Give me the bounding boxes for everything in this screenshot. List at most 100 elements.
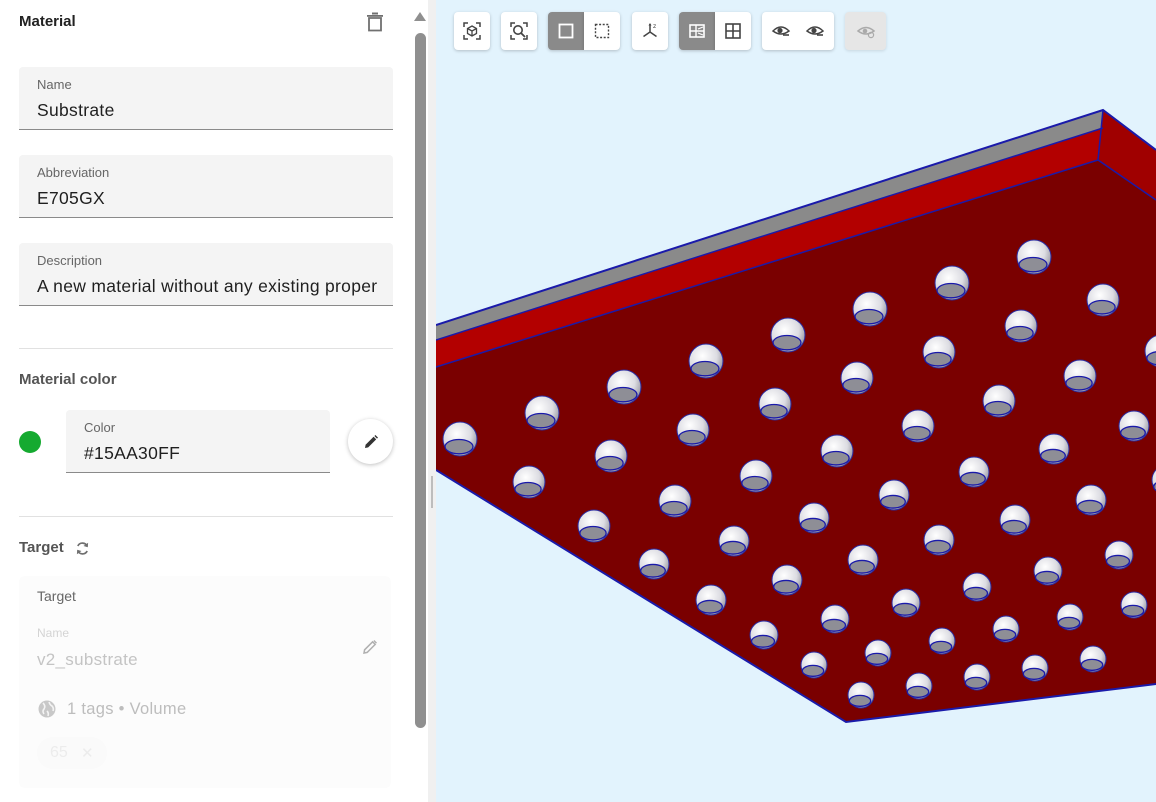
solder-ball <box>1016 239 1052 275</box>
svg-text:z: z <box>653 23 656 30</box>
solder-ball <box>658 484 692 518</box>
solder-ball <box>928 627 956 655</box>
eye-hide-icon[interactable] <box>771 21 791 41</box>
color-swatch <box>19 431 41 453</box>
select-solid-button[interactable] <box>548 12 584 50</box>
visibility-button-group[interactable] <box>762 12 834 50</box>
color-field-value[interactable]: #15AA30FF <box>84 443 180 464</box>
trash-icon[interactable] <box>366 12 384 32</box>
solder-ball <box>1079 645 1107 673</box>
fit-all-button[interactable] <box>454 12 490 50</box>
solder-ball <box>512 465 546 499</box>
material-section-title: Material <box>19 13 76 30</box>
solder-ball <box>1118 410 1150 442</box>
material-color-section-title: Material color <box>19 371 117 388</box>
scrollbar-thumb[interactable] <box>415 33 426 728</box>
solder-ball <box>891 588 921 618</box>
solder-ball <box>606 369 642 405</box>
name-field-value[interactable]: Substrate <box>37 100 377 121</box>
solder-ball <box>770 317 806 353</box>
solder-ball <box>901 409 935 443</box>
solder-ball <box>963 663 991 691</box>
material-panel: Material Name Substrate Abbreviation E70… <box>0 0 412 802</box>
name-field[interactable]: Name Substrate <box>19 67 393 130</box>
solder-ball <box>905 672 933 700</box>
color-field[interactable]: Color #15AA30FF <box>66 410 330 473</box>
name-field-label: Name <box>37 77 72 92</box>
solder-ball <box>1004 309 1038 343</box>
solder-ball <box>934 265 970 301</box>
solder-ball <box>958 456 990 488</box>
target-name-value: v2_substrate <box>37 650 138 669</box>
select-box-icon <box>558 23 574 39</box>
solder-ball <box>1086 283 1120 317</box>
description-field-value[interactable]: A new material without any existing prop… <box>37 276 377 297</box>
solder-ball <box>638 548 670 580</box>
solder-ball <box>962 572 992 602</box>
globe-icon <box>38 700 56 718</box>
tag-chip[interactable]: 65 ✕ <box>37 737 107 769</box>
3d-scene[interactable] <box>436 0 1156 802</box>
refresh-icon[interactable] <box>74 540 91 557</box>
solder-ball <box>758 387 792 421</box>
solder-ball <box>820 604 850 634</box>
target-card-label: Target <box>37 588 76 604</box>
tag-chip-value: 65 <box>50 744 68 761</box>
select-dashed-icon <box>594 23 610 39</box>
solder-ball <box>739 459 773 493</box>
solder-ball <box>1038 433 1070 465</box>
solder-ball <box>749 620 779 650</box>
solder-ball <box>999 504 1031 536</box>
eye-show-icon[interactable] <box>805 21 825 41</box>
section-view-button[interactable] <box>679 12 715 50</box>
solder-ball <box>847 681 875 709</box>
target-section-title: Target <box>19 539 64 556</box>
select-dashed-button[interactable] <box>584 12 620 50</box>
solder-ball <box>718 525 750 557</box>
grid-view-icon <box>725 23 741 39</box>
solder-ball <box>1075 484 1107 516</box>
abbreviation-field[interactable]: Abbreviation E705GX <box>19 155 393 218</box>
scroll-up-arrow-icon[interactable] <box>414 12 426 21</box>
solder-ball <box>1063 359 1097 393</box>
solder-ball <box>840 361 874 395</box>
abbreviation-field-value[interactable]: E705GX <box>37 188 377 209</box>
target-card: Target Name v2_substrate 1 tags • Volume… <box>19 576 391 788</box>
grid-view-button[interactable] <box>715 12 751 50</box>
color-field-label: Color <box>84 420 116 435</box>
target-tags-text: 1 tags • Volume <box>67 700 187 718</box>
resize-grip-icon <box>431 476 433 508</box>
edit-target-icon[interactable] <box>361 638 379 656</box>
solder-ball <box>878 479 910 511</box>
description-field-label: Description <box>37 253 103 268</box>
solder-ball <box>524 395 560 431</box>
eye-disabled-button <box>845 12 886 50</box>
zoom-fit-button[interactable] <box>501 12 537 50</box>
solder-ball <box>577 509 611 543</box>
divider <box>19 348 393 349</box>
fit-all-icon <box>463 22 481 40</box>
axes-icon: z <box>643 23 657 38</box>
description-field[interactable]: Description A new material without any e… <box>19 243 393 306</box>
panel-resize-handle[interactable] <box>428 0 436 802</box>
solder-ball <box>800 651 828 679</box>
solder-ball <box>1033 556 1063 586</box>
solder-ball <box>798 502 830 534</box>
solder-ball <box>852 291 888 327</box>
solder-ball <box>676 413 710 447</box>
zoom-fit-icon <box>510 22 528 40</box>
solder-ball <box>1056 603 1084 631</box>
edit-color-button[interactable] <box>348 419 393 464</box>
solder-ball <box>1104 540 1134 570</box>
solder-ball <box>771 564 803 596</box>
3d-viewport[interactable]: z <box>436 0 1156 802</box>
axes-button[interactable]: z <box>632 12 668 50</box>
solder-ball <box>864 639 892 667</box>
divider <box>19 516 393 517</box>
solder-ball <box>1120 591 1148 619</box>
close-icon[interactable]: ✕ <box>81 744 94 762</box>
target-name-label: Name <box>37 626 70 640</box>
solder-ball <box>594 439 628 473</box>
abbreviation-field-label: Abbreviation <box>37 165 110 180</box>
solder-ball <box>442 421 478 457</box>
